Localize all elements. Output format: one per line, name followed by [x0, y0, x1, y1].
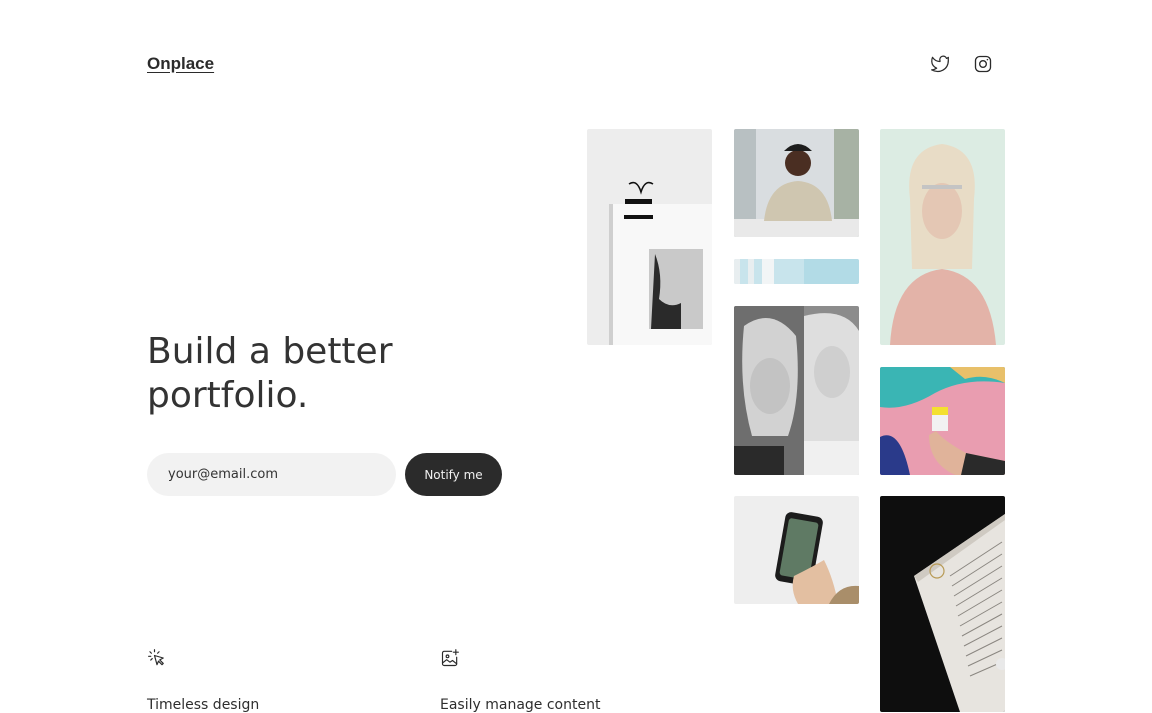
- binder-clip-photo: [587, 129, 712, 345]
- logo[interactable]: Onplace: [147, 54, 214, 74]
- cursor-click-icon: [147, 648, 167, 668]
- hero-headline: Build a better portfolio.: [147, 330, 527, 418]
- email-input[interactable]: [147, 453, 396, 496]
- headline-line-2: portfolio.: [147, 375, 309, 416]
- instagram-icon[interactable]: [972, 53, 994, 75]
- notify-me-button[interactable]: Notify me: [405, 453, 502, 496]
- window-blinds-photo: [734, 259, 859, 284]
- image-add-icon: [440, 648, 460, 668]
- feature-title: Timeless design: [147, 697, 260, 713]
- feature-title: Easily manage content: [440, 697, 601, 713]
- two-women-portrait-photo: [734, 306, 859, 475]
- blonde-woman-portrait-photo: [880, 129, 1005, 345]
- coffee-cup-wall-photo: [880, 367, 1005, 475]
- twitter-icon[interactable]: [929, 53, 951, 75]
- open-book-photo: [880, 496, 1005, 712]
- headline-line-1: Build a better: [147, 331, 393, 372]
- man-at-desk-photo: [734, 129, 859, 237]
- phone-in-hand-photo: [734, 496, 859, 604]
